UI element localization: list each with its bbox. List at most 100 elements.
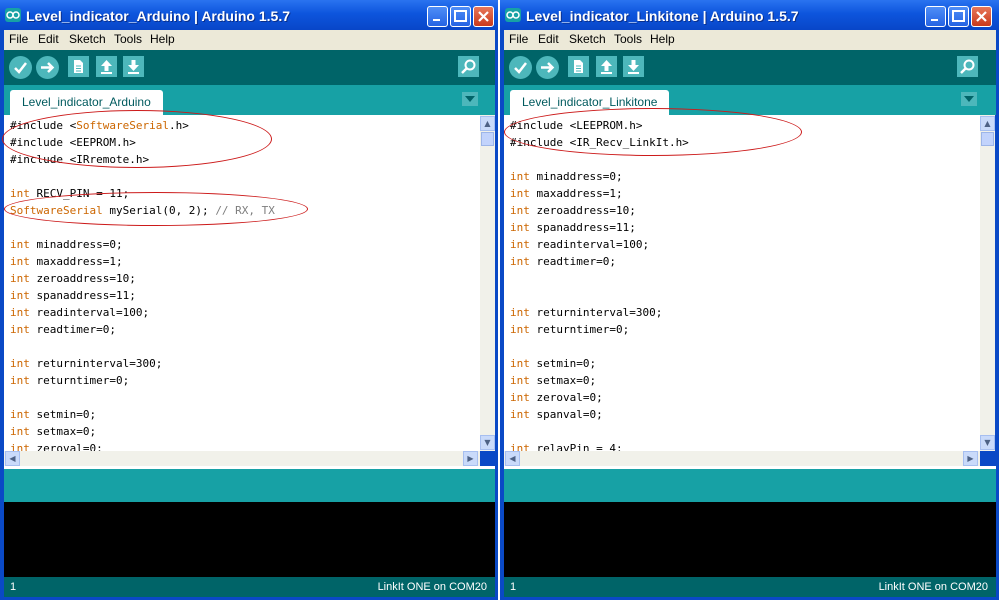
code-token: zeroval=0; (29, 442, 103, 451)
code-keyword: int (10, 357, 30, 370)
code-token: #include <IR_Recv_LinkIt.h> (510, 136, 689, 149)
save-button[interactable] (623, 56, 644, 77)
tab-strip: Level_indicator_Linkitone (504, 85, 996, 115)
tab-menu-button[interactable] (462, 92, 478, 106)
toolbar (4, 50, 495, 85)
code-editor[interactable]: #include <LEEPROM.h> #include <IR_Recv_Li… (504, 115, 980, 451)
code-keyword: int (10, 323, 30, 336)
code-line: #include <IR_Recv_LinkIt.h> (510, 134, 980, 151)
code-editor[interactable]: #include <SoftwareSerial.h> #include <EEP… (4, 115, 480, 451)
scroll-thumb[interactable] (981, 132, 994, 146)
arrow-right-icon (541, 62, 555, 73)
code-line: int returntimer=0; (510, 321, 980, 338)
scroll-thumb[interactable] (481, 132, 494, 146)
status-bar: 1 LinkIt ONE on COM20 (504, 577, 996, 597)
scroll-left-button[interactable]: ◀ (5, 451, 20, 466)
upload-button[interactable] (536, 56, 559, 79)
code-keyword: int (510, 323, 530, 336)
code-token: setmin=0; (529, 357, 597, 370)
arrow-right-icon (41, 62, 55, 73)
code-keyword: int (10, 255, 30, 268)
new-button[interactable] (568, 56, 589, 77)
menu-sketch[interactable]: Sketch (69, 32, 106, 46)
close-button[interactable] (473, 6, 494, 27)
upload-button[interactable] (36, 56, 59, 79)
save-button[interactable] (123, 56, 144, 77)
verify-button[interactable] (509, 56, 532, 79)
tab-menu-button[interactable] (961, 92, 977, 106)
code-keyword: int (510, 357, 530, 370)
tab-level-indicator-arduino[interactable]: Level_indicator_Arduino (10, 90, 163, 115)
menu-help[interactable]: Help (650, 32, 675, 46)
scroll-left-button[interactable]: ◀ (505, 451, 520, 466)
code-token: returninterval=300; (29, 357, 163, 370)
minimize-button[interactable] (925, 6, 946, 27)
maximize-button[interactable] (948, 6, 969, 27)
code-token: returninterval=300; (529, 306, 663, 319)
menu-help[interactable]: Help (150, 32, 175, 46)
code-keyword: int (10, 442, 30, 451)
tab-level-indicator-linkitone[interactable]: Level_indicator_Linkitone (510, 90, 670, 115)
code-keyword: int (510, 374, 530, 387)
open-button[interactable] (596, 56, 617, 77)
serial-monitor-button[interactable] (957, 56, 978, 77)
code-keyword: int (10, 238, 30, 251)
code-line: int readinterval=100; (10, 304, 480, 321)
close-icon (478, 11, 489, 22)
menu-edit[interactable]: Edit (538, 32, 559, 46)
console-output[interactable] (4, 502, 495, 577)
code-token: readinterval=100; (529, 238, 650, 251)
scroll-down-button[interactable]: ▼ (980, 435, 995, 450)
code-keyword: int (510, 408, 530, 421)
menu-tools[interactable]: Tools (614, 32, 642, 46)
title-bar[interactable]: Level_indicator_Linkitone | Arduino 1.5.… (500, 0, 999, 30)
code-line: #include <IRremote.h> (10, 151, 480, 168)
code-line: int setmax=0; (10, 423, 480, 440)
menu-file[interactable]: File (9, 32, 28, 46)
horizontal-scrollbar[interactable]: ◀ ▶ (4, 451, 480, 466)
menu-tools[interactable]: Tools (114, 32, 142, 46)
code-line: SoftwareSerial mySerial(0, 2); // RX, TX (10, 202, 480, 219)
code-text[interactable]: #include <SoftwareSerial.h> #include <EEP… (4, 115, 480, 451)
arduino-app-icon (5, 8, 21, 22)
scroll-up-button[interactable]: ▲ (980, 116, 995, 131)
window-title: Level_indicator_Linkitone | Arduino 1.5.… (526, 8, 799, 24)
scroll-up-button[interactable]: ▲ (480, 116, 495, 131)
scroll-right-button[interactable]: ▶ (963, 451, 978, 466)
title-bar[interactable]: Level_indicator_Arduino | Arduino 1.5.7 (0, 0, 498, 30)
maximize-button[interactable] (450, 6, 471, 27)
code-token: #include <IRremote.h> (10, 153, 150, 166)
code-line: int setmin=0; (510, 355, 980, 372)
code-keyword: int (510, 204, 530, 217)
code-token: readtimer=0; (29, 323, 116, 336)
verify-button[interactable] (9, 56, 32, 79)
arduino-app-icon (505, 8, 521, 22)
console-output[interactable] (504, 502, 996, 577)
code-keyword: int (510, 306, 530, 319)
menu-file[interactable]: File (509, 32, 528, 46)
horizontal-scrollbar[interactable]: ◀ ▶ (504, 451, 980, 466)
code-token: readtimer=0; (529, 255, 616, 268)
minimize-button[interactable] (427, 6, 448, 27)
code-text[interactable]: #include <LEEPROM.h> #include <IR_Recv_Li… (504, 115, 980, 451)
magnifier-icon (960, 59, 975, 74)
scroll-down-button[interactable]: ▼ (480, 435, 495, 450)
serial-monitor-button[interactable] (458, 56, 479, 77)
code-keyword: int (510, 187, 530, 200)
menu-sketch[interactable]: Sketch (569, 32, 606, 46)
scroll-right-button[interactable]: ▶ (463, 451, 478, 466)
close-button[interactable] (971, 6, 992, 27)
code-line: int readtimer=0; (10, 321, 480, 338)
open-button[interactable] (96, 56, 117, 77)
code-keyword: int (510, 391, 530, 404)
code-line: int spanaddress=11; (510, 219, 980, 236)
code-keyword: SoftwareSerial (10, 204, 103, 217)
vertical-scrollbar[interactable]: ▲ ▼ (980, 115, 995, 451)
new-button[interactable] (68, 56, 89, 77)
menu-edit[interactable]: Edit (38, 32, 59, 46)
vertical-scrollbar[interactable]: ▲ ▼ (480, 115, 495, 451)
code-line: #include <EEPROM.h> (10, 134, 480, 151)
